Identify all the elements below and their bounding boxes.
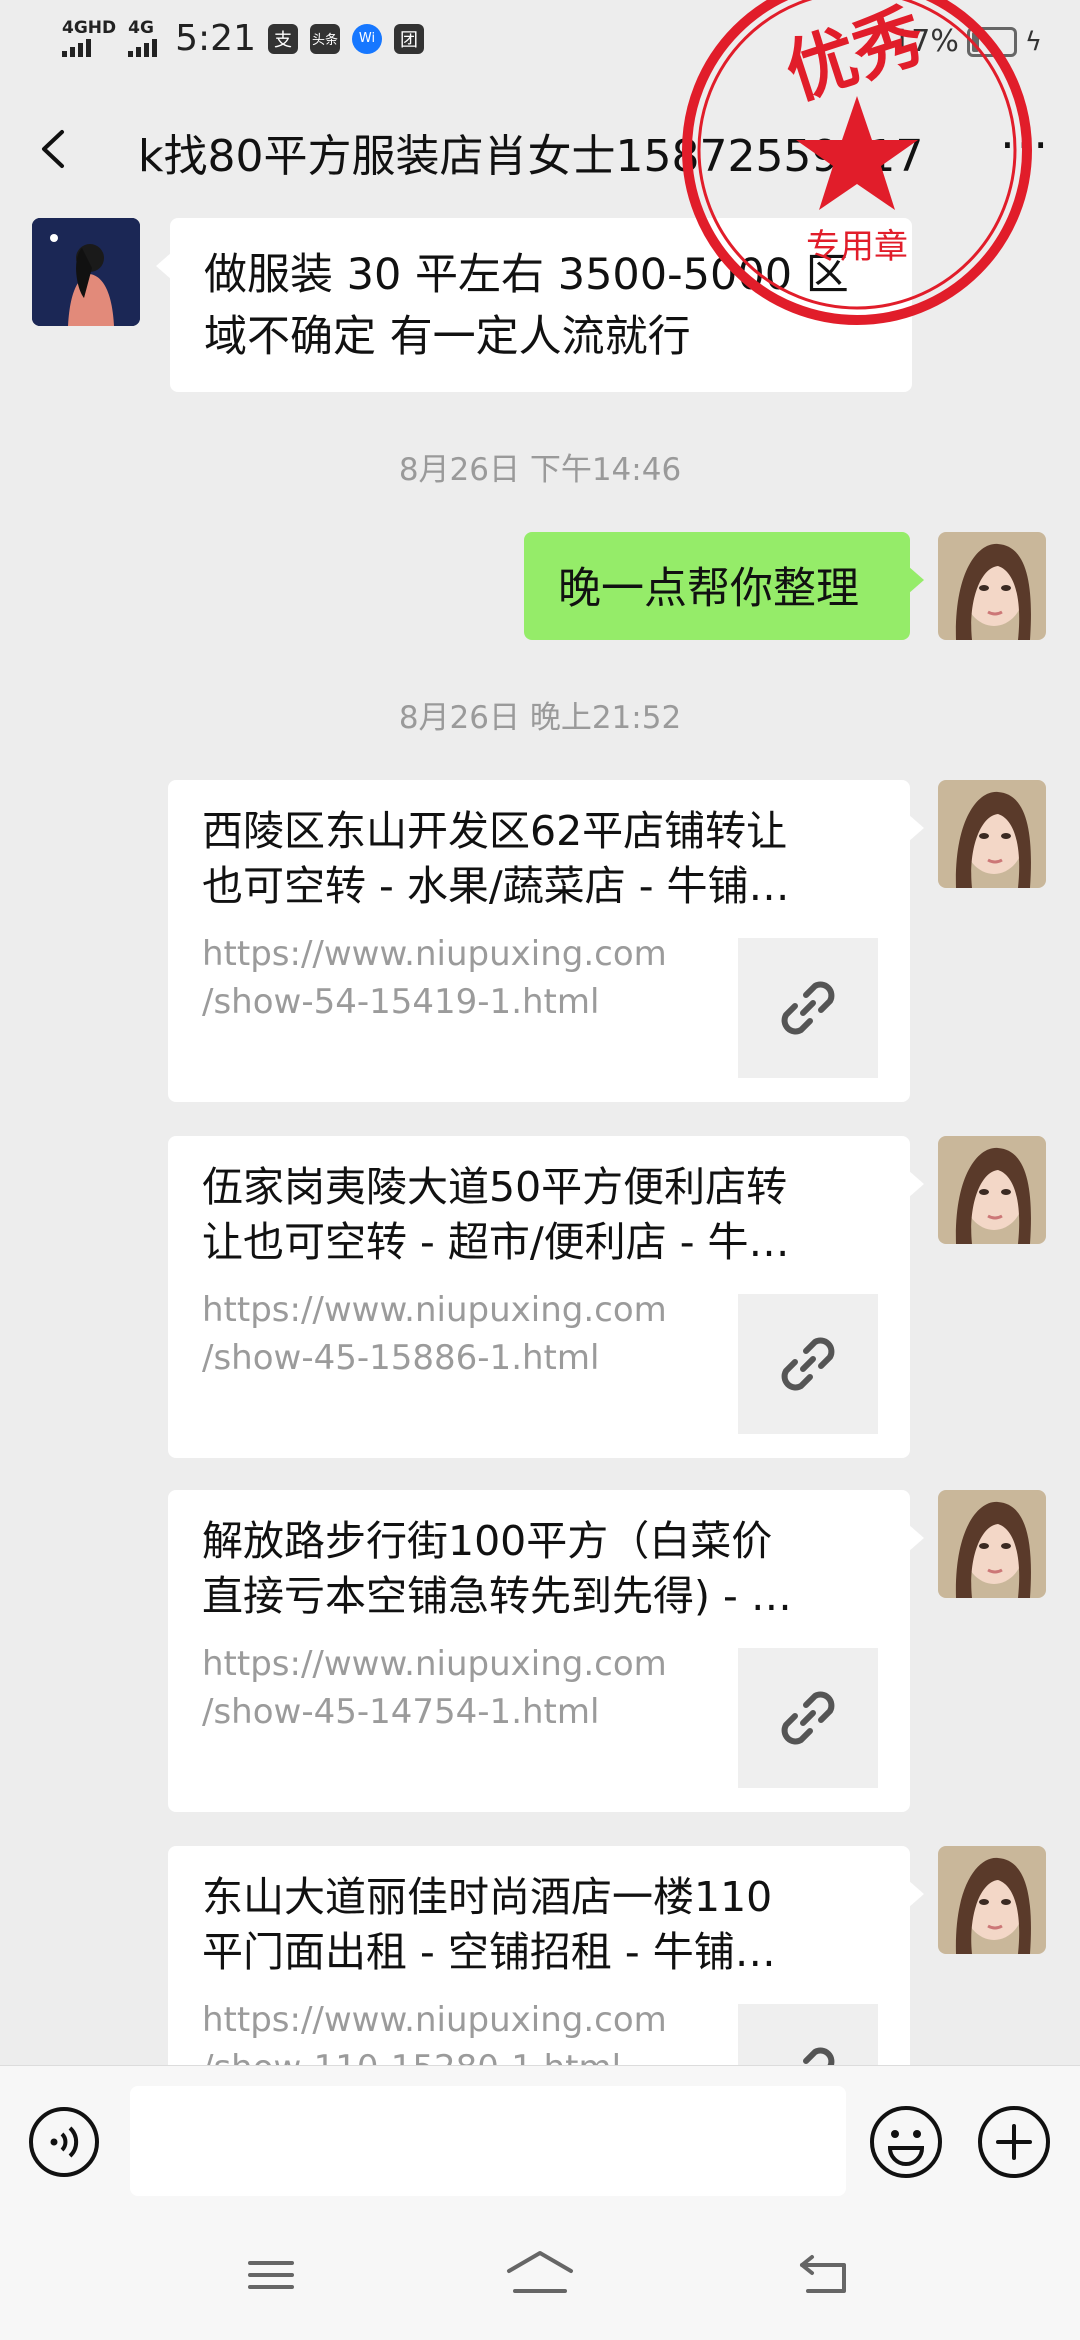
link-title-line: 直接亏本空铺急转先到先得) - … <box>202 1572 792 1620</box>
menu-nav-button[interactable] <box>236 2245 306 2305</box>
emoji-icon <box>870 2106 942 2178</box>
alipay-notification-icon: 支 <box>267 23 298 54</box>
stamp-star-icon <box>796 96 918 210</box>
stamp-top-text: 优秀 <box>776 0 934 115</box>
plus-icon <box>978 2106 1050 2178</box>
avatar-image <box>32 218 140 326</box>
plus-button[interactable] <box>976 2104 1052 2180</box>
chat-input-bar <box>0 2065 1080 2216</box>
link-icon <box>781 1691 835 1745</box>
home-nav-button[interactable] <box>505 2245 575 2305</box>
link-title-line: 西陵区东山开发区62平店铺转让 <box>202 807 788 855</box>
link-icon <box>781 981 835 1035</box>
link-icon <box>781 1337 835 1391</box>
link-thumbnail <box>738 938 878 1078</box>
link-url-line: https://www.niupuxing.com <box>202 1644 667 1684</box>
message-text: 晚一点帮你整理 <box>558 564 859 614</box>
my-avatar[interactable] <box>938 780 1046 888</box>
signal-bars-icon <box>128 37 158 57</box>
link-card[interactable]: 伍家岗夷陵大道50平方便利店转 让也可空转 - 超市/便利店 - 牛… http… <box>168 1136 924 1458</box>
avatar-image <box>938 1136 1046 1244</box>
link-url-line: https://www.niupuxing.com <box>202 934 667 974</box>
back-nav-icon <box>800 2255 846 2293</box>
link-title-line: 也可空转 - 水果/蔬菜店 - 牛铺… <box>202 862 790 910</box>
contact-avatar[interactable] <box>32 218 140 326</box>
my-avatar[interactable] <box>938 1846 1046 1954</box>
home-icon <box>507 2251 573 2293</box>
wifi-notification-icon: Wi <box>351 23 382 54</box>
link-thumbnail <box>738 1648 878 1788</box>
timestamp: 8月26日 下午14:46 <box>398 452 682 488</box>
toutiao-notification-icon: 头条 <box>309 23 340 54</box>
group-notification-icon: 团 <box>393 23 424 54</box>
link-title-line: 东山大道丽佳时尚酒店一楼110 <box>202 1873 773 1921</box>
system-nav-bar <box>0 2215 1080 2340</box>
signal-2-label: 4G <box>128 18 154 38</box>
link-title-line: 平门面出租 - 空铺招租 - 牛铺… <box>202 1928 776 1976</box>
my-avatar[interactable] <box>938 532 1046 640</box>
timestamp: 8月26日 晚上21:52 <box>398 700 682 736</box>
link-title-line: 解放路步行街100平方（白菜价 <box>202 1517 773 1565</box>
link-url-line: https://www.niupuxing.com <box>202 1290 667 1330</box>
my-avatar[interactable] <box>938 1136 1046 1244</box>
message-input[interactable] <box>130 2086 846 2196</box>
avatar-image <box>938 780 1046 888</box>
menu-icon <box>248 2261 294 2289</box>
status-time: 5:21 <box>175 18 256 59</box>
message-bubble-outgoing[interactable]: 晚一点帮你整理 <box>524 532 924 640</box>
back-arrow-icon <box>42 130 64 168</box>
stamp-bottom-text: 专用章 <box>806 227 908 267</box>
link-title-line: 伍家岗夷陵大道50平方便利店转 <box>202 1163 788 1211</box>
back-button[interactable] <box>30 124 80 174</box>
emoji-button[interactable] <box>868 2104 944 2180</box>
avatar-image <box>938 532 1046 640</box>
avatar-image <box>938 1490 1046 1598</box>
link-url-line: https://www.niupuxing.com <box>202 2000 667 2040</box>
signal-bars-icon <box>62 37 91 57</box>
my-avatar[interactable] <box>938 1490 1046 1598</box>
link-url-line: /show-45-15886-1.html <box>202 1338 600 1378</box>
voice-icon <box>29 2107 99 2177</box>
voice-button[interactable] <box>28 2106 100 2178</box>
link-title-line: 让也可空转 - 超市/便利店 - 牛… <box>202 1218 790 1266</box>
signal-1-label: 4GHD <box>62 18 117 38</box>
link-url-line: /show-54-15419-1.html <box>202 982 600 1022</box>
link-url-line: /show-45-14754-1.html <box>202 1692 600 1732</box>
link-card[interactable]: 西陵区东山开发区62平店铺转让 也可空转 - 水果/蔬菜店 - 牛铺… http… <box>168 780 924 1102</box>
red-seal-stamp: 优秀 专用章 <box>682 0 1032 325</box>
back-nav-button[interactable] <box>790 2245 860 2305</box>
avatar-image <box>938 1846 1046 1954</box>
link-thumbnail <box>738 1294 878 1434</box>
link-card[interactable]: 解放路步行街100平方（白菜价 直接亏本空铺急转先到先得) - … https:… <box>168 1490 924 1812</box>
cellular-signal-2: 4G <box>128 18 158 57</box>
cellular-signal-1: 4GHD <box>62 20 116 57</box>
